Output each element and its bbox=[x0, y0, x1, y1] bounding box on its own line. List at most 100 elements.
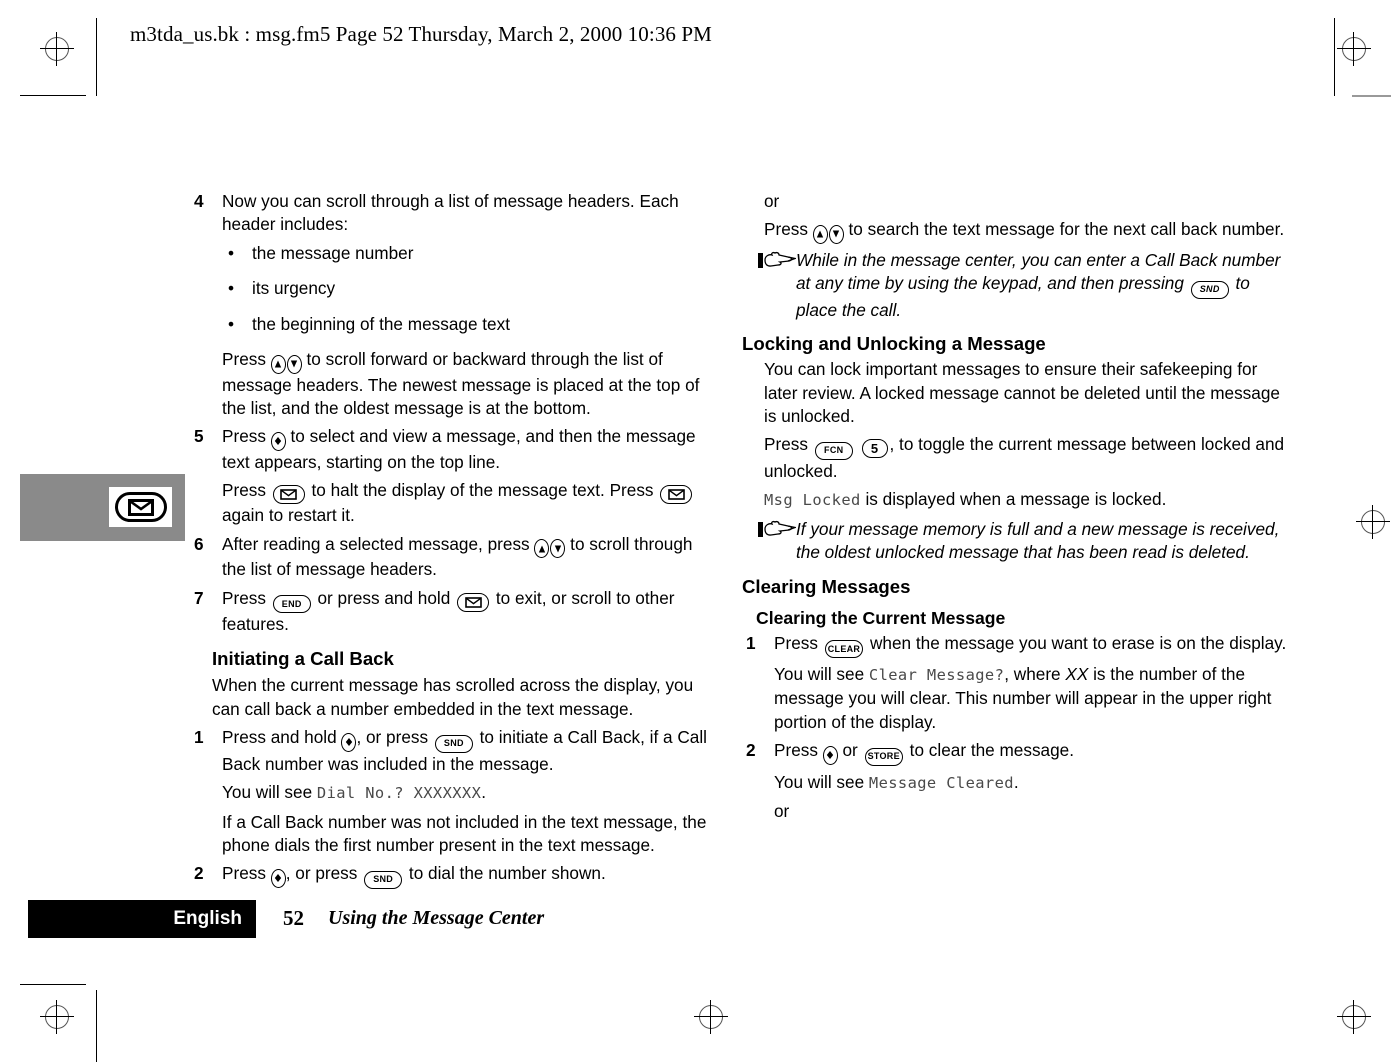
nav-select-key-icon[interactable] bbox=[270, 431, 286, 451]
note-call-back-keypad: While in the message center, you can ent… bbox=[742, 249, 1295, 322]
step7-part2: or press and hold bbox=[312, 587, 456, 608]
registration-mark-bottom-right bbox=[1337, 1000, 1371, 1034]
registration-mark-top-left bbox=[40, 32, 74, 66]
placeholder-xx: XX bbox=[1065, 664, 1089, 685]
pointing-hand-icon bbox=[758, 251, 798, 270]
crop-mark-top-left-horizontal bbox=[20, 95, 86, 96]
page-header: m3tda_us.bk : msg.fm5 Page 52 Thursday, … bbox=[130, 22, 712, 46]
envelope-icon bbox=[127, 498, 154, 516]
step-5-continuation: Press to halt the display of the message… bbox=[190, 479, 720, 527]
nav-up-key-icon[interactable] bbox=[270, 354, 286, 374]
side-tab bbox=[20, 474, 185, 541]
step-number: 6 bbox=[194, 533, 204, 554]
call-back-step-1: 1 Press and hold , or press SND to initi… bbox=[190, 726, 720, 776]
scroll-paragraph: Press to scroll forward or backward thro… bbox=[190, 348, 720, 420]
crop-mark-top-right-horizontal bbox=[1352, 95, 1391, 97]
display-before: You will see bbox=[774, 771, 869, 792]
call-back-step-2: 2 Press , or press SND to dial the numbe… bbox=[190, 862, 720, 889]
store-key[interactable]: STORE bbox=[864, 747, 903, 766]
cl1-part2: when the message you want to erase is on… bbox=[865, 632, 1287, 653]
nav-down-key-icon[interactable] bbox=[828, 224, 844, 244]
cl2-part3: to clear the message. bbox=[904, 740, 1075, 761]
cl1-part1: Press bbox=[774, 632, 823, 653]
nav-down-key-icon[interactable] bbox=[286, 354, 302, 374]
or-label-2: or bbox=[774, 801, 790, 822]
five-key[interactable]: 5 bbox=[861, 439, 888, 459]
or-label-1: or bbox=[764, 191, 780, 211]
call-back-intro: When the current message has scrolled ac… bbox=[212, 675, 694, 719]
display-middle: , where bbox=[1004, 664, 1066, 685]
cb2-part2: , or press bbox=[285, 863, 363, 884]
cl2-part2: or bbox=[837, 740, 863, 761]
lcd-message-cleared: Message Cleared bbox=[868, 773, 1014, 792]
nav-select-key-icon[interactable] bbox=[822, 745, 838, 765]
clear-step-2-display: You will see Message Cleared. bbox=[742, 771, 1295, 795]
envelope-key-icon bbox=[114, 492, 167, 522]
step-text: Press and hold , or press SND to initiat… bbox=[222, 727, 707, 774]
step5-cont-part1: Press bbox=[222, 480, 271, 501]
fcn-key[interactable]: FCN bbox=[814, 441, 853, 460]
step7-part1: Press bbox=[222, 587, 271, 608]
search-paragraph: Press to search the text message for the… bbox=[742, 218, 1295, 244]
bullet-message-number: • the message number bbox=[190, 242, 720, 265]
step-text: Press CLEAR when the message you want to… bbox=[774, 632, 1287, 659]
step-number: 1 bbox=[194, 727, 204, 748]
display-after: . bbox=[481, 782, 487, 803]
heading-initiating-call-back: Initiating a Call Back bbox=[212, 648, 394, 670]
step-7: 7 Press END or press and hold to exit, o… bbox=[190, 587, 720, 637]
footer-language-label: English bbox=[173, 908, 242, 929]
display-before: You will see bbox=[222, 782, 317, 803]
search-after: to search the text message for the next … bbox=[843, 219, 1285, 240]
step-5: 5 Press to select and view a message, an… bbox=[190, 425, 720, 474]
bullet-marker: • bbox=[228, 313, 235, 334]
nav-up-key-icon[interactable] bbox=[534, 539, 550, 559]
envelope-key-icon[interactable] bbox=[272, 485, 305, 505]
clear-step-1-display: You will see Clear Message?, where XX is… bbox=[742, 663, 1295, 734]
envelope-key-icon[interactable] bbox=[457, 592, 490, 612]
step5-cont-part2: to halt the display of the message text.… bbox=[306, 480, 659, 501]
bullet-message-text: • the beginning of the message text bbox=[190, 313, 720, 336]
heading-locking-unlocking: Locking and Unlocking a Message bbox=[742, 333, 1046, 355]
crop-mark-bottom-left-horizontal bbox=[20, 984, 86, 985]
step-text: Press or STORE to clear the message. bbox=[774, 740, 1075, 766]
nav-down-key-icon[interactable] bbox=[550, 539, 566, 559]
lcd-clear-message-prompt: Clear Message? bbox=[868, 666, 1005, 685]
step-text: After reading a selected message, press … bbox=[222, 534, 692, 580]
nav-select-key-icon[interactable] bbox=[270, 868, 286, 888]
bullet-marker: • bbox=[228, 278, 235, 299]
pointing-hand-icon bbox=[758, 520, 798, 539]
call-back-step-1-display: You will see Dial No.? XXXXXXX. bbox=[190, 781, 720, 805]
step5-before: Press bbox=[222, 426, 271, 447]
step-number: 1 bbox=[746, 632, 756, 653]
step-number: 5 bbox=[194, 426, 204, 447]
search-before: Press bbox=[764, 219, 813, 240]
registration-mark-right-middle bbox=[1356, 505, 1390, 539]
nav-select-key-icon[interactable] bbox=[341, 732, 357, 752]
envelope-key-icon[interactable] bbox=[660, 485, 693, 505]
snd-key[interactable]: SND bbox=[434, 734, 473, 753]
locking-press-paragraph: Press FCN 5, to toggle the current messa… bbox=[742, 433, 1295, 483]
step-number: 2 bbox=[194, 863, 204, 884]
call-back-note: If a Call Back number was not included i… bbox=[222, 811, 707, 855]
lcd-msg-locked: Msg Locked bbox=[764, 491, 861, 510]
clear-key[interactable]: CLEAR bbox=[824, 640, 864, 659]
snd-key[interactable]: SND bbox=[1190, 280, 1229, 299]
snd-key[interactable]: SND bbox=[364, 870, 403, 889]
cb2-part1: Press bbox=[222, 863, 271, 884]
step-number: 2 bbox=[746, 740, 756, 761]
side-tab-key-box bbox=[109, 487, 172, 527]
crop-mark-bottom-left-vertical bbox=[96, 990, 97, 1062]
registration-mark-top-right bbox=[1337, 32, 1371, 66]
nav-up-key-icon[interactable] bbox=[812, 224, 828, 244]
bullet-text: its urgency bbox=[252, 278, 336, 299]
end-key[interactable]: END bbox=[272, 595, 311, 614]
step-text: Press END or press and hold to exit, or … bbox=[222, 588, 674, 635]
cb2-part3: to dial the number shown. bbox=[404, 863, 606, 884]
heading-clearing-messages: Clearing Messages bbox=[742, 575, 911, 597]
clear-step-1: 1 Press CLEAR when the message you want … bbox=[742, 632, 1295, 659]
heading-clearing-current-message: Clearing the Current Message bbox=[756, 607, 1006, 628]
locking-before: Press bbox=[764, 434, 813, 455]
right-column: or Press to search the text message for … bbox=[742, 190, 1295, 829]
bullet-urgency: • its urgency bbox=[190, 277, 720, 300]
step6-before: After reading a selected message, press bbox=[222, 533, 535, 554]
